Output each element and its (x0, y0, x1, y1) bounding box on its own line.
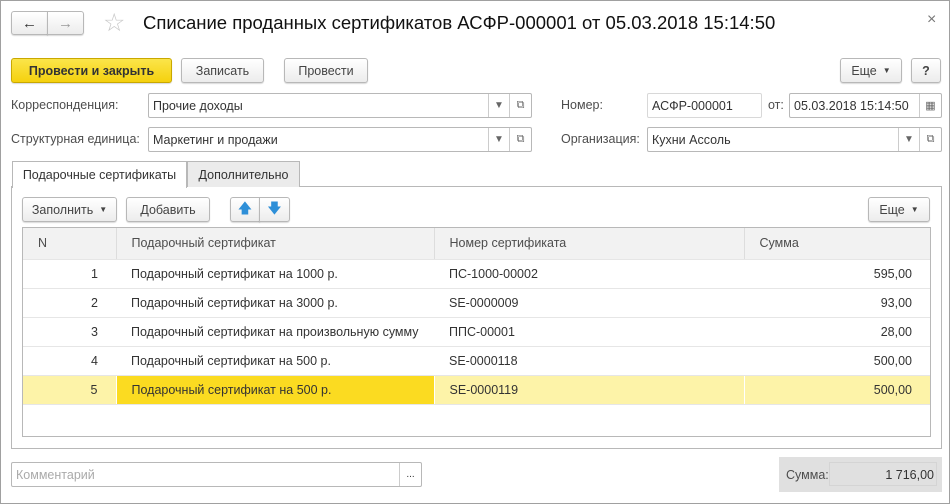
correspondence-field[interactable]: Прочие доходы ▼ ⧉ (148, 93, 532, 118)
document-window: ← → ☆ Списание проданных сертификатов АС… (0, 0, 950, 504)
cell-number[interactable]: ППС-00001 (434, 317, 744, 347)
certificates-table[interactable]: N Подарочный сертификат Номер сертификат… (22, 227, 931, 437)
cell-sum[interactable]: 595,00 (744, 259, 930, 289)
cell-n[interactable]: 1 (23, 259, 116, 289)
more-label: Еще (851, 63, 877, 78)
more-button[interactable]: Еще ▼ (840, 58, 902, 83)
sum-value: 1 716,00 (829, 462, 937, 486)
cell-certificate[interactable]: Подарочный сертификат на 500 р. (115, 375, 434, 405)
forward-button[interactable]: → (47, 11, 84, 35)
cell-sum[interactable]: 28,00 (744, 317, 930, 347)
correspondence-label: Корреспонденция: (11, 98, 119, 112)
cell-n[interactable]: 3 (23, 317, 116, 347)
more-label: Еще (879, 202, 905, 217)
column-header-certificate[interactable]: Подарочный сертификат (116, 228, 435, 260)
tab-additional[interactable]: Дополнительно (187, 161, 300, 187)
cell-n[interactable]: 4 (23, 346, 116, 376)
comment-placeholder: Комментарий (16, 467, 95, 482)
cell-certificate[interactable]: Подарочный сертификат на 1000 р. (116, 259, 434, 289)
table-more-button[interactable]: Еще ▼ (868, 197, 930, 222)
fill-label: Заполнить (31, 202, 94, 217)
cell-certificate[interactable]: Подарочный сертификат на произвольную су… (116, 317, 434, 347)
table-row[interactable]: 2 Подарочный сертификат на 3000 р. SE-0000… (23, 288, 930, 318)
date-value: 05.03.2018 15:14:50 (794, 98, 909, 113)
date-label: от: (768, 98, 784, 112)
arrow-left-icon: ← (22, 14, 37, 32)
cell-number[interactable]: ПС-1000-00002 (434, 259, 744, 289)
cell-sum[interactable]: 500,00 (743, 375, 930, 405)
chevron-down-icon: ▼ (910, 205, 919, 214)
sum-label: Сумма: (786, 468, 829, 482)
help-button[interactable]: ? (911, 58, 941, 83)
sum-panel: Сумма: 1 716,00 (779, 457, 942, 492)
post-button[interactable]: Провести (284, 58, 368, 83)
column-header-n[interactable]: N (23, 228, 117, 260)
back-button[interactable]: ← (11, 11, 48, 35)
add-button[interactable]: Добавить (126, 197, 210, 222)
move-up-button[interactable]: 🡅 (230, 197, 260, 222)
cell-number[interactable]: SE-0000009 (434, 288, 744, 318)
calendar-icon[interactable]: ▦ (919, 94, 941, 117)
cell-n[interactable]: 2 (23, 288, 116, 318)
post-and-close-button[interactable]: Провести и закрыть (11, 58, 172, 83)
arrow-down-icon: 🡇 (267, 199, 282, 216)
cell-n[interactable]: 5 (23, 375, 116, 405)
unit-value: Маркетинг и продажи (153, 132, 278, 147)
table-row[interactable]: 5 Подарочный сертификат на 500 р. SE-00001… (23, 375, 930, 405)
dropdown-icon[interactable]: ▼ (488, 94, 509, 117)
arrow-right-icon: → (58, 14, 73, 32)
organization-label: Организация: (561, 132, 640, 146)
correspondence-value: Прочие доходы (153, 98, 243, 113)
open-icon[interactable]: ⧉ (509, 94, 531, 117)
column-header-sum[interactable]: Сумма (744, 228, 930, 260)
organization-field[interactable]: Кухни Ассоль ▼ ⧉ (647, 127, 942, 152)
chevron-down-icon: ▼ (882, 66, 891, 75)
cell-sum[interactable]: 500,00 (744, 346, 930, 376)
open-icon[interactable]: ⧉ (919, 128, 941, 151)
dropdown-icon[interactable]: ▼ (488, 128, 509, 151)
chevron-down-icon: ▼ (99, 205, 108, 214)
move-down-button[interactable]: 🡇 (259, 197, 290, 222)
arrow-up-icon: 🡅 (237, 199, 253, 216)
open-icon[interactable]: ⧉ (509, 128, 531, 151)
table-row[interactable]: 1 Подарочный сертификат на 1000 р. ПС-1000… (23, 259, 930, 289)
table-row[interactable]: 3 Подарочный сертификат на произвольную с… (23, 317, 930, 347)
cell-certificate[interactable]: Подарочный сертификат на 500 р. (116, 346, 434, 376)
column-header-number[interactable]: Номер сертификата (434, 228, 745, 260)
number-field[interactable]: АСФР-000001 (647, 93, 762, 118)
cell-number[interactable]: SE-0000119 (433, 375, 744, 405)
unit-label: Структурная единица: (11, 132, 140, 146)
tab-gift-certificates[interactable]: Подарочные сертификаты (12, 161, 187, 188)
page-title: Списание проданных сертификатов АСФР-000… (143, 12, 776, 33)
comment-expand-button[interactable]: ... (399, 463, 421, 486)
organization-value: Кухни Ассоль (652, 132, 731, 147)
cell-sum[interactable]: 93,00 (744, 288, 930, 318)
unit-field[interactable]: Маркетинг и продажи ▼ ⧉ (148, 127, 532, 152)
save-button[interactable]: Записать (181, 58, 264, 83)
star-favorite-icon[interactable]: ☆ (103, 8, 125, 38)
close-icon[interactable]: × (927, 11, 936, 29)
cell-number[interactable]: SE-0000118 (434, 346, 744, 376)
table-row[interactable]: 4 Подарочный сертификат на 500 р. SE-00001… (23, 346, 930, 376)
comment-field[interactable]: Комментарий ... (11, 462, 422, 487)
date-field[interactable]: 05.03.2018 15:14:50 ▦ (789, 93, 942, 118)
dropdown-icon[interactable]: ▼ (898, 128, 919, 151)
number-label: Номер: (561, 98, 603, 112)
cell-certificate[interactable]: Подарочный сертификат на 3000 р. (116, 288, 434, 318)
fill-button[interactable]: Заполнить ▼ (22, 197, 117, 222)
